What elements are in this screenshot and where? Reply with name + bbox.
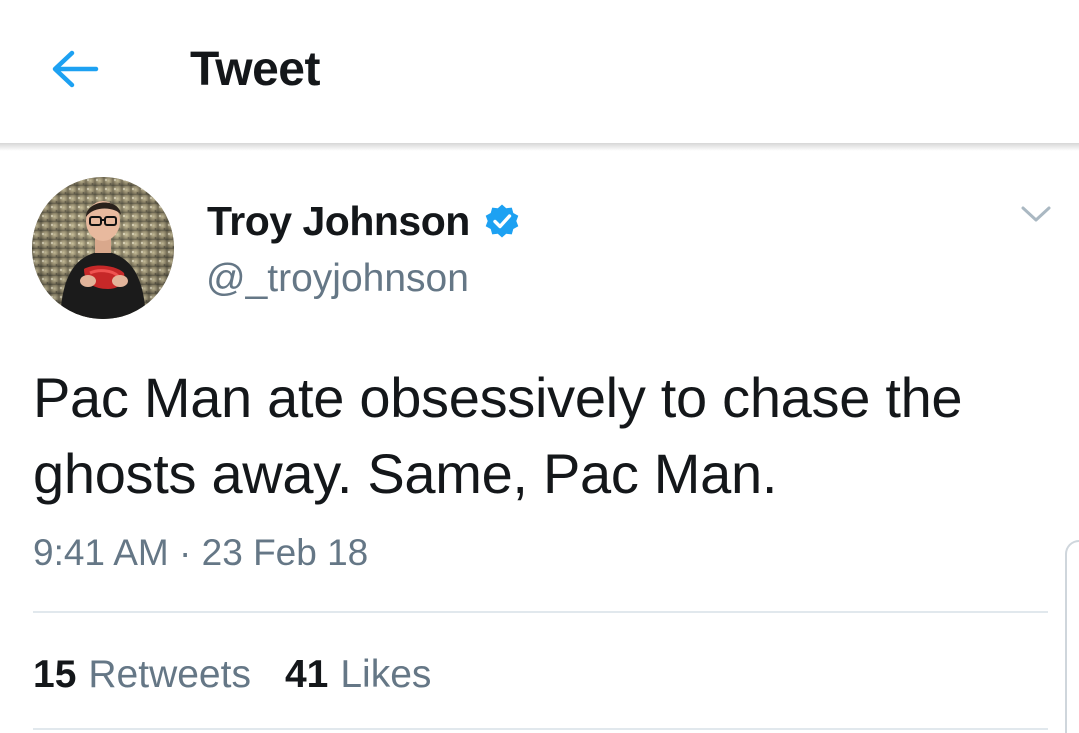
author-name-row: Troy Johnson: [207, 192, 520, 250]
retweets-stat[interactable]: 15 Retweets: [33, 650, 251, 700]
tweet-timestamp[interactable]: 9:41 AM · 23 Feb 18: [33, 528, 368, 578]
chevron-down-icon: [1020, 204, 1052, 229]
tweet-detail-screen: Tweet Troy Johnson @_troyjohnson Pac Man…: [0, 0, 1079, 733]
back-button[interactable]: [44, 46, 104, 96]
author-name[interactable]: Troy Johnson: [207, 198, 470, 245]
more-options-button[interactable]: [1014, 196, 1058, 236]
retweets-count: 15: [33, 653, 77, 696]
likes-label: Likes: [340, 653, 432, 696]
page-title: Tweet: [190, 43, 320, 96]
divider: [33, 611, 1048, 613]
device-edge: [1065, 540, 1079, 733]
avatar[interactable]: [32, 177, 174, 319]
author-handle[interactable]: @_troyjohnson: [206, 255, 469, 303]
arrow-left-icon: [48, 49, 100, 94]
tweet-stats: 15 Retweets 41 Likes: [33, 650, 431, 700]
tweet-text: Pac Man ate obsessively to chase the gho…: [33, 366, 963, 505]
retweets-label: Retweets: [88, 653, 251, 696]
divider: [33, 728, 1048, 730]
likes-stat[interactable]: 41 Likes: [285, 650, 431, 700]
verified-badge-icon: [484, 203, 520, 239]
top-bar: Tweet: [0, 0, 1079, 143]
likes-count: 41: [284, 653, 329, 696]
header-divider: [0, 143, 1079, 151]
